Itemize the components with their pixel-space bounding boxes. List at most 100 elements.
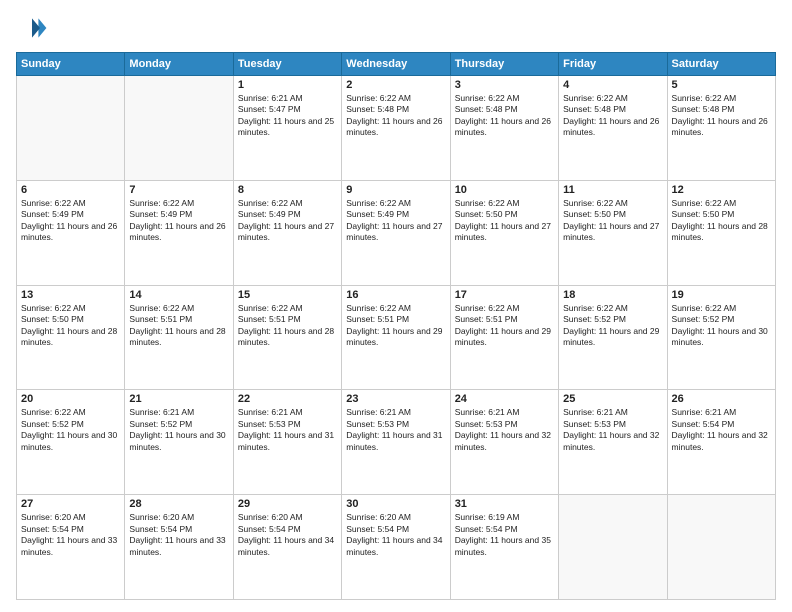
cell-details: Sunrise: 6:22 AMSunset: 5:51 PMDaylight:…: [455, 303, 554, 349]
calendar-cell: 20 Sunrise: 6:22 AMSunset: 5:52 PMDayligh…: [17, 390, 125, 495]
calendar-cell: 13Sunrise: 6:22 AMSunset: 5:50 PMDayligh…: [17, 285, 125, 390]
cell-details: Sunrise: 6:21 AMSunset: 5:47 PMDaylight:…: [238, 93, 337, 139]
day-number: 5: [672, 79, 771, 91]
header: [16, 12, 776, 44]
day-number: 30: [346, 498, 445, 510]
cell-details: Sunrise: 6:22 AMSunset: 5:50 PMDaylight:…: [563, 198, 662, 244]
cell-details: Sunrise: 6:22 AMSunset: 5:52 PMDaylight:…: [21, 407, 120, 453]
cell-details: Sunrise: 6:22 AMSunset: 5:48 PMDaylight:…: [346, 93, 445, 139]
day-number: 19: [672, 289, 771, 301]
cell-details: Sunrise: 6:22 AMSunset: 5:51 PMDaylight:…: [346, 303, 445, 349]
day-of-week-header: Monday: [125, 53, 233, 76]
day-of-week-header: Tuesday: [233, 53, 341, 76]
cell-details: Sunrise: 6:21 AMSunset: 5:53 PMDaylight:…: [346, 407, 445, 453]
cell-details: Sunrise: 6:22 AMSunset: 5:49 PMDaylight:…: [21, 198, 120, 244]
day-number: 29: [238, 498, 337, 510]
calendar-cell: 18Sunrise: 6:22 AMSunset: 5:52 PMDayligh…: [559, 285, 667, 390]
day-number: 22: [238, 393, 337, 405]
cell-details: Sunrise: 6:21 AMSunset: 5:53 PMDaylight:…: [238, 407, 337, 453]
cell-details: Sunrise: 6:19 AMSunset: 5:54 PMDaylight:…: [455, 512, 554, 558]
calendar-cell: 1 Sunrise: 6:21 AMSunset: 5:47 PMDaylight…: [233, 76, 341, 181]
cell-details: Sunrise: 6:22 AMSunset: 5:49 PMDaylight:…: [129, 198, 228, 244]
calendar-cell: 17 Sunrise: 6:22 AMSunset: 5:51 PMDayligh…: [450, 285, 558, 390]
day-number: 14: [129, 289, 228, 301]
calendar-cell: 5 Sunrise: 6:22 AMSunset: 5:48 PMDaylight…: [667, 76, 775, 181]
cell-details: Sunrise: 6:21 AMSunset: 5:53 PMDaylight:…: [455, 407, 554, 453]
calendar-cell: [125, 76, 233, 181]
calendar-cell: 7Sunrise: 6:22 AMSunset: 5:49 PMDaylight…: [125, 180, 233, 285]
day-number: 4: [563, 79, 662, 91]
cell-details: Sunrise: 6:22 AMSunset: 5:52 PMDaylight:…: [563, 303, 662, 349]
cell-details: Sunrise: 6:22 AMSunset: 5:52 PMDaylight:…: [672, 303, 771, 349]
calendar-cell: 4Sunrise: 6:22 AMSunset: 5:48 PMDaylight…: [559, 76, 667, 181]
day-number: 21: [129, 393, 228, 405]
calendar-week-row: 13Sunrise: 6:22 AMSunset: 5:50 PMDayligh…: [17, 285, 776, 390]
day-number: 8: [238, 184, 337, 196]
day-number: 27: [21, 498, 120, 510]
calendar-cell: [559, 495, 667, 600]
calendar-cell: 26 Sunrise: 6:21 AMSunset: 5:54 PMDayligh…: [667, 390, 775, 495]
cell-details: Sunrise: 6:22 AMSunset: 5:49 PMDaylight:…: [346, 198, 445, 244]
calendar-cell: 12 Sunrise: 6:22 AMSunset: 5:50 PMDayligh…: [667, 180, 775, 285]
calendar-week-row: 1 Sunrise: 6:21 AMSunset: 5:47 PMDaylight…: [17, 76, 776, 181]
calendar-cell: 19 Sunrise: 6:22 AMSunset: 5:52 PMDayligh…: [667, 285, 775, 390]
calendar-cell: 3Sunrise: 6:22 AMSunset: 5:48 PMDaylight…: [450, 76, 558, 181]
calendar-cell: 29Sunrise: 6:20 AMSunset: 5:54 PMDayligh…: [233, 495, 341, 600]
cell-details: Sunrise: 6:20 AMSunset: 5:54 PMDaylight:…: [346, 512, 445, 558]
day-of-week-header: Thursday: [450, 53, 558, 76]
day-number: 11: [563, 184, 662, 196]
day-number: 23: [346, 393, 445, 405]
day-number: 2: [346, 79, 445, 91]
day-number: 6: [21, 184, 120, 196]
day-number: 12: [672, 184, 771, 196]
cell-details: Sunrise: 6:21 AMSunset: 5:54 PMDaylight:…: [672, 407, 771, 453]
calendar-cell: 22 Sunrise: 6:21 AMSunset: 5:53 PMDayligh…: [233, 390, 341, 495]
calendar-cell: [17, 76, 125, 181]
day-of-week-header: Sunday: [17, 53, 125, 76]
day-number: 15: [238, 289, 337, 301]
calendar-header-row: SundayMondayTuesdayWednesdayThursdayFrid…: [17, 53, 776, 76]
calendar-cell: 11 Sunrise: 6:22 AMSunset: 5:50 PMDayligh…: [559, 180, 667, 285]
cell-details: Sunrise: 6:22 AMSunset: 5:48 PMDaylight:…: [672, 93, 771, 139]
calendar-cell: 23 Sunrise: 6:21 AMSunset: 5:53 PMDayligh…: [342, 390, 450, 495]
calendar-cell: 31 Sunrise: 6:19 AMSunset: 5:54 PMDayligh…: [450, 495, 558, 600]
day-number: 20: [21, 393, 120, 405]
calendar-cell: 2 Sunrise: 6:22 AMSunset: 5:48 PMDaylight…: [342, 76, 450, 181]
calendar-cell: 15 Sunrise: 6:22 AMSunset: 5:51 PMDayligh…: [233, 285, 341, 390]
calendar-cell: 16 Sunrise: 6:22 AMSunset: 5:51 PMDayligh…: [342, 285, 450, 390]
calendar-week-row: 27 Sunrise: 6:20 AMSunset: 5:54 PMDayligh…: [17, 495, 776, 600]
calendar-cell: 30 Sunrise: 6:20 AMSunset: 5:54 PMDayligh…: [342, 495, 450, 600]
cell-details: Sunrise: 6:21 AMSunset: 5:53 PMDaylight:…: [563, 407, 662, 453]
day-of-week-header: Friday: [559, 53, 667, 76]
cell-details: Sunrise: 6:22 AMSunset: 5:51 PMDaylight:…: [238, 303, 337, 349]
calendar-cell: 10 Sunrise: 6:22 AMSunset: 5:50 PMDayligh…: [450, 180, 558, 285]
calendar-cell: 28Sunrise: 6:20 AMSunset: 5:54 PMDayligh…: [125, 495, 233, 600]
day-of-week-header: Saturday: [667, 53, 775, 76]
day-number: 25: [563, 393, 662, 405]
day-number: 9: [346, 184, 445, 196]
day-number: 16: [346, 289, 445, 301]
calendar-cell: 24 Sunrise: 6:21 AMSunset: 5:53 PMDayligh…: [450, 390, 558, 495]
day-number: 17: [455, 289, 554, 301]
day-number: 31: [455, 498, 554, 510]
calendar-cell: 6 Sunrise: 6:22 AMSunset: 5:49 PMDaylight…: [17, 180, 125, 285]
calendar-cell: 27Sunrise: 6:20 AMSunset: 5:54 PMDayligh…: [17, 495, 125, 600]
logo: [16, 12, 52, 44]
day-of-week-header: Wednesday: [342, 53, 450, 76]
day-number: 1: [238, 79, 337, 91]
calendar-cell: 14 Sunrise: 6:22 AMSunset: 5:51 PMDayligh…: [125, 285, 233, 390]
cell-details: Sunrise: 6:22 AMSunset: 5:49 PMDaylight:…: [238, 198, 337, 244]
day-number: 24: [455, 393, 554, 405]
logo-icon: [16, 12, 48, 44]
calendar-table: SundayMondayTuesdayWednesdayThursdayFrid…: [16, 52, 776, 600]
cell-details: Sunrise: 6:21 AMSunset: 5:52 PMDaylight:…: [129, 407, 228, 453]
cell-details: Sunrise: 6:22 AMSunset: 5:50 PMDaylight:…: [21, 303, 120, 349]
day-number: 10: [455, 184, 554, 196]
cell-details: Sunrise: 6:22 AMSunset: 5:50 PMDaylight:…: [455, 198, 554, 244]
day-number: 26: [672, 393, 771, 405]
cell-details: Sunrise: 6:22 AMSunset: 5:50 PMDaylight:…: [672, 198, 771, 244]
calendar-cell: 9 Sunrise: 6:22 AMSunset: 5:49 PMDaylight…: [342, 180, 450, 285]
cell-details: Sunrise: 6:22 AMSunset: 5:51 PMDaylight:…: [129, 303, 228, 349]
calendar-cell: [667, 495, 775, 600]
day-number: 3: [455, 79, 554, 91]
